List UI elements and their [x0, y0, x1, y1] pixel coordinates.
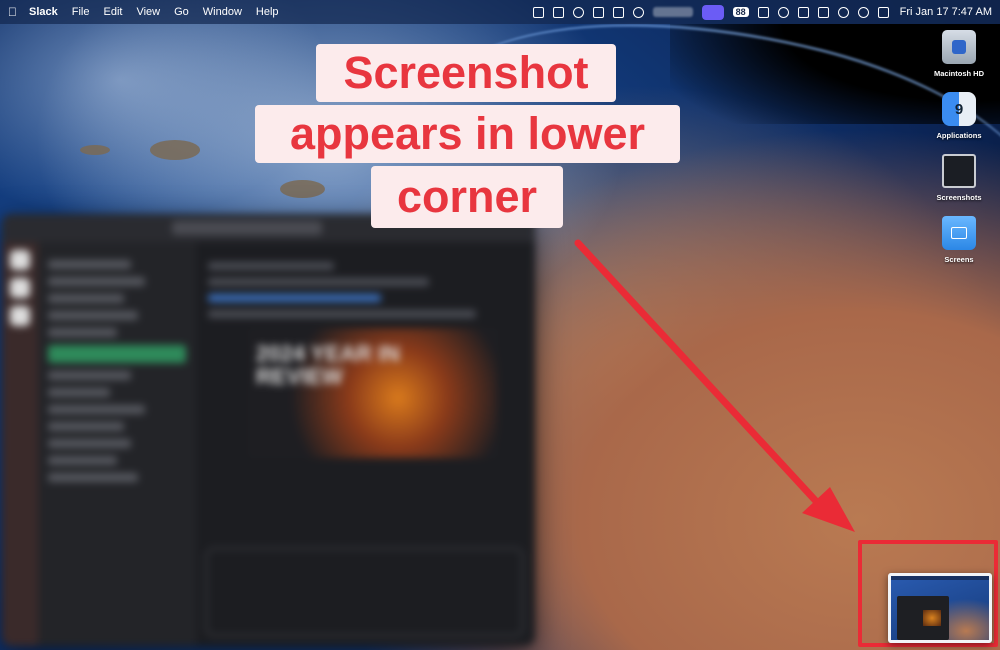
desktop-icon-applications[interactable]: Applications — [936, 92, 982, 140]
ghost-icon[interactable] — [572, 6, 584, 18]
stage-manager-icon[interactable] — [701, 4, 724, 20]
slack-window[interactable]: 2024 YEAR IN REVIEW — [2, 214, 535, 646]
sidebar-item-selected[interactable] — [48, 345, 186, 363]
slack-message-area: 2024 YEAR IN REVIEW — [196, 242, 535, 646]
annotation-line-1: Screenshot — [316, 44, 616, 102]
clock-icon[interactable] — [632, 6, 644, 18]
menu-view[interactable]: View — [136, 6, 160, 18]
blurred-status-item[interactable] — [652, 7, 693, 17]
menu-file[interactable]: File — [72, 6, 90, 18]
menu-edit[interactable]: Edit — [103, 6, 122, 18]
desktop-icon-screenshots[interactable]: Screenshots — [936, 154, 982, 202]
workspace-icon[interactable] — [10, 278, 30, 298]
menu-go[interactable]: Go — [174, 6, 189, 18]
menu-extras: 88 Fri Jan 17 7:47 AM — [532, 4, 992, 20]
island — [80, 145, 110, 155]
slack-search-bar[interactable] — [172, 221, 322, 235]
message-line — [208, 278, 429, 286]
sidebar-item[interactable] — [48, 294, 124, 303]
sidebar-item[interactable] — [48, 311, 138, 320]
sidebar-item[interactable] — [48, 439, 131, 448]
message-link[interactable] — [208, 294, 382, 302]
menu-help[interactable]: Help — [256, 6, 279, 18]
menu-window[interactable]: Window — [203, 6, 242, 18]
sidebar-item[interactable] — [48, 277, 145, 286]
volume-icon[interactable] — [817, 6, 829, 18]
desktop-icon-label: Macintosh HD — [933, 69, 984, 78]
screenshot-file-icon — [942, 154, 976, 188]
thumbnail-window — [897, 596, 949, 640]
hard-drive-icon — [941, 30, 976, 64]
desktop-icons: Macintosh HD Applications Screenshots Sc… — [924, 30, 994, 264]
slack-workspace-rail — [2, 242, 38, 646]
sidebar-item[interactable] — [48, 388, 111, 397]
folder-icon — [942, 216, 976, 250]
workspace-icon[interactable] — [10, 306, 30, 326]
channel-header — [208, 262, 334, 270]
battery-meter-icon[interactable] — [612, 6, 624, 18]
time-machine-icon[interactable] — [837, 6, 849, 18]
island — [150, 140, 200, 160]
sidebar-item[interactable] — [48, 422, 124, 431]
sidebar-item[interactable] — [48, 371, 131, 380]
desktop-icon-label: Applications — [936, 131, 982, 140]
sidebar-item[interactable] — [48, 260, 131, 269]
layers-icon[interactable] — [757, 6, 769, 18]
island — [280, 180, 325, 198]
calendar-icon[interactable] — [797, 6, 809, 18]
sidebar-item[interactable] — [48, 456, 117, 465]
sidebar-item[interactable] — [48, 328, 117, 337]
control-center-icon[interactable] — [877, 6, 889, 18]
pin-icon[interactable] — [592, 6, 604, 18]
message-composer[interactable] — [206, 548, 523, 636]
screen-share-icon[interactable] — [532, 6, 544, 18]
screenshot-thumbnail[interactable] — [888, 573, 992, 643]
slack-sidebar — [38, 242, 196, 646]
menu-app-name[interactable]: Slack — [29, 6, 58, 18]
annotation-line-2: appears in lower — [255, 105, 680, 163]
finder-icon — [941, 92, 976, 126]
annotation-line-3: corner — [371, 166, 563, 228]
menu-datetime[interactable]: Fri Jan 17 7:47 AM — [900, 6, 992, 18]
train-icon[interactable] — [552, 6, 564, 18]
search-icon[interactable] — [777, 6, 789, 18]
workspace-icon[interactable] — [10, 250, 30, 270]
desktop-icon-macintosh-hd[interactable]: Macintosh HD — [934, 30, 984, 78]
desktop-icon-label: Screens — [944, 255, 974, 264]
message-line — [208, 310, 476, 318]
sidebar-item[interactable] — [48, 473, 138, 482]
status-pill[interactable]: 88 — [732, 7, 749, 17]
apple-menu-icon[interactable]:  — [8, 5, 17, 19]
message-image-card[interactable]: 2024 YEAR IN REVIEW — [248, 328, 498, 458]
wifi-icon[interactable] — [857, 6, 869, 18]
sidebar-item[interactable] — [48, 405, 145, 414]
menu-bar:  Slack File Edit View Go Window Help 88… — [0, 0, 1000, 24]
desktop-icon-screens[interactable]: Screens — [942, 216, 976, 264]
thumbnail-menubar — [891, 576, 989, 580]
desktop-icon-label: Screenshots — [936, 193, 982, 202]
